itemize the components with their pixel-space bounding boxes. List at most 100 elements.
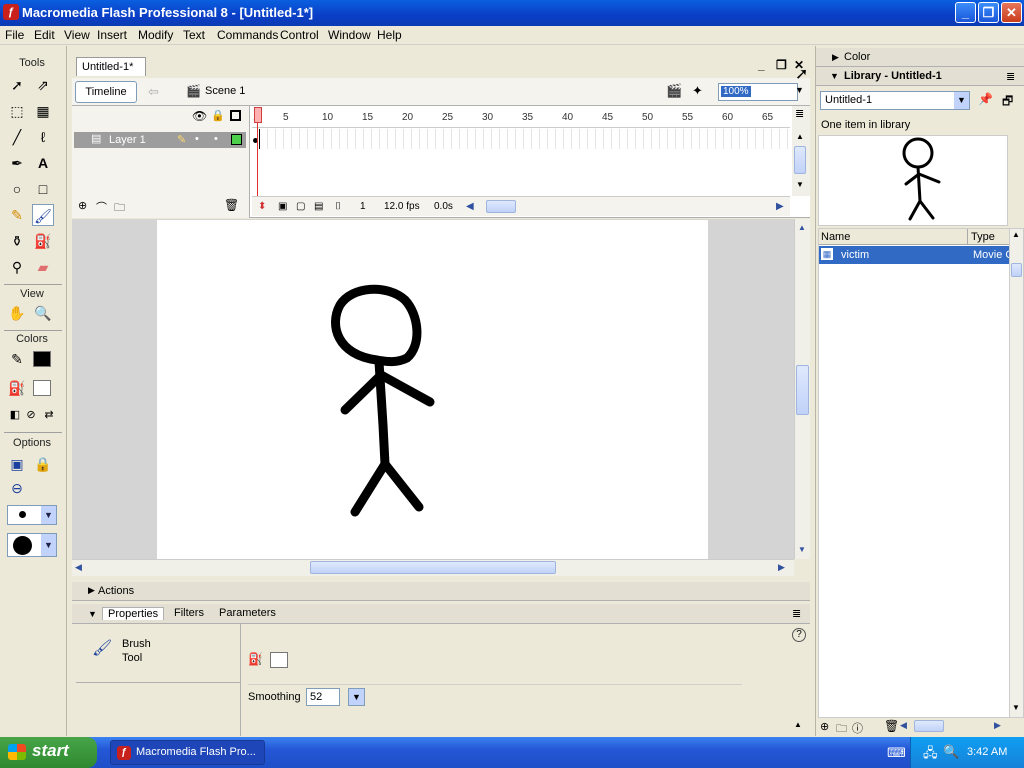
stage-vscroll[interactable]: ▲ ▼ [794, 219, 810, 559]
minimize-button[interactable]: _ [955, 2, 976, 23]
pencil-tool-icon[interactable]: ✎ [6, 204, 28, 226]
col-type[interactable]: Type [971, 231, 995, 243]
brush-shape-dropdown[interactable]: ▼ [7, 533, 57, 557]
tab-filters[interactable]: Filters [174, 607, 204, 619]
scroll-up-icon[interactable]: ▲ [796, 132, 804, 141]
menu-commands[interactable]: Commands [217, 28, 278, 42]
ink-bottle-tool-icon[interactable]: ⚱ [6, 230, 28, 252]
menu-modify[interactable]: Modify [138, 28, 173, 42]
back-arrow-icon[interactable]: ⇦ [148, 84, 159, 100]
doc-restore-icon[interactable]: ❐ [776, 58, 787, 72]
free-transform-tool-icon[interactable]: ⬚ [6, 100, 28, 122]
frame-grid[interactable] [252, 129, 790, 149]
zoom-chevron-down-icon[interactable]: ▼ [795, 85, 804, 95]
insert-layer-icon[interactable]: ⊕ [78, 199, 87, 212]
stage-area[interactable] [72, 219, 794, 560]
scroll-right-icon[interactable]: ▶ [778, 562, 785, 573]
scroll-down-icon[interactable]: ▼ [796, 180, 804, 189]
brush-tool-icon[interactable]: 🖌 [32, 204, 54, 226]
modify-onion-markers-icon[interactable]: ⌷ [335, 201, 341, 212]
swap-colors-icon[interactable]: ⇄ [38, 404, 60, 426]
doc-minimize-icon[interactable]: _ [758, 58, 765, 72]
paint-bucket-tool-icon[interactable]: ⛽ [32, 230, 54, 252]
new-symbol-icon[interactable]: ⊕ [820, 720, 829, 733]
scroll-right-icon[interactable]: ▶ [994, 720, 1001, 731]
search-icon[interactable]: 🔍 [943, 744, 959, 760]
delete-icon[interactable]: 🗑 [884, 719, 899, 733]
stage[interactable] [157, 220, 708, 560]
scroll-left-icon[interactable]: ◀ [900, 720, 907, 731]
edit-multiple-frames-icon[interactable]: ▤ [314, 201, 323, 212]
scroll-down-icon[interactable]: ▼ [1012, 703, 1020, 712]
zoom-tool-icon[interactable]: 🔍 [32, 302, 54, 324]
timeline-toggle-button[interactable]: Timeline [75, 81, 137, 103]
brush-mode-icon[interactable]: ⊖ [6, 477, 28, 499]
text-tool-icon[interactable]: A [32, 152, 54, 174]
help-icon[interactable]: ? [792, 628, 806, 642]
scroll-left-icon[interactable]: ◀ [466, 201, 474, 212]
keyboard-icon[interactable]: ⌨ [887, 745, 906, 761]
library-vscroll-thumb[interactable] [1011, 263, 1022, 277]
collapse-properties-icon[interactable]: ▲ [794, 720, 802, 729]
tab-properties[interactable]: Properties [102, 607, 165, 620]
stage-hscroll[interactable]: ◀ ▶ [72, 559, 794, 576]
start-button[interactable]: start [0, 737, 97, 768]
playhead-handle[interactable] [254, 107, 262, 123]
stage-vscroll-thumb[interactable] [796, 365, 809, 415]
network-icon[interactable]: 🖧 [923, 744, 938, 766]
subselection-tool-icon[interactable]: ⇗ [32, 74, 54, 96]
delete-layer-icon[interactable]: 🗑 [224, 198, 239, 212]
document-tab[interactable]: Untitled-1* [76, 57, 146, 76]
onion-skin-icon[interactable]: ▣ [278, 201, 287, 212]
taskbar-flash-item[interactable]: ƒ Macromedia Flash Pro... [110, 740, 265, 765]
smoothing-input[interactable]: 52 [306, 688, 340, 706]
add-motion-guide-icon[interactable]: ⌒ [96, 199, 107, 215]
oval-tool-icon[interactable]: ○ [6, 178, 28, 200]
menu-edit[interactable]: Edit [34, 28, 55, 42]
timeline-vscroll-thumb[interactable] [794, 146, 806, 174]
library-document-select[interactable]: Untitled-1 ▼ [820, 91, 970, 110]
menu-control[interactable]: Control [280, 28, 319, 42]
stage-hscroll-thumb[interactable] [310, 561, 556, 574]
onion-outlines-icon[interactable]: ▢ [296, 201, 305, 212]
sort-icon[interactable]: ▲ [1012, 230, 1020, 239]
pen-tool-icon[interactable]: ✒ [6, 152, 28, 174]
layer-outline-color[interactable] [231, 134, 242, 145]
col-name[interactable]: Name [821, 231, 850, 243]
actions-panel-header[interactable]: ▶ Actions [72, 582, 810, 601]
center-frame-icon[interactable]: ⬍ [258, 201, 266, 212]
zoom-field[interactable]: 100% [718, 83, 798, 101]
layer-row[interactable]: ▤ Layer 1 ✎ • • [74, 132, 246, 148]
selection-tool-icon[interactable]: ➚ [6, 74, 28, 96]
timeline-hscroll-thumb[interactable] [486, 200, 516, 213]
hand-tool-icon[interactable]: ✋ [6, 302, 28, 324]
menu-file[interactable]: File [5, 28, 24, 42]
lock-icon[interactable]: 🔒 [211, 109, 225, 122]
timeline-vscroll[interactable]: ≣ ▲ ▼ [792, 106, 810, 196]
close-button[interactable]: ✕ [1001, 2, 1022, 23]
menu-insert[interactable]: Insert [97, 28, 127, 42]
library-vscroll[interactable]: ▲ ▼ [1009, 229, 1023, 717]
fill-color-swatch[interactable] [33, 380, 51, 396]
library-panel-header[interactable]: ▼ Library - Untitled-1 ≣ [816, 67, 1024, 86]
brush-size-dropdown[interactable]: ▼ [7, 505, 57, 525]
gradient-transform-tool-icon[interactable]: ▦ [32, 100, 54, 122]
eyedropper-tool-icon[interactable]: ⚲ [6, 256, 28, 278]
fill-color-swatch[interactable] [270, 652, 288, 668]
menu-help[interactable]: Help [377, 28, 402, 42]
edit-symbols-icon[interactable]: ✦ [692, 83, 703, 99]
scroll-down-icon[interactable]: ▼ [798, 545, 806, 554]
rectangle-tool-icon[interactable]: □ [32, 178, 54, 200]
tab-parameters[interactable]: Parameters [219, 607, 276, 619]
line-tool-icon[interactable]: ╱ [6, 126, 28, 148]
library-options-icon[interactable]: ≣ [1006, 70, 1015, 83]
object-drawing-icon[interactable]: ▣ [6, 453, 28, 475]
eye-icon[interactable]: 👁 [192, 109, 207, 123]
library-hscroll-thumb[interactable] [914, 720, 944, 732]
insert-folder-icon[interactable]: 🗀 [114, 199, 125, 218]
scroll-right-icon[interactable]: ▶ [776, 201, 784, 212]
smoothing-chevron-down-icon[interactable]: ▼ [348, 688, 365, 706]
pin-library-icon[interactable]: 📌 [978, 92, 993, 106]
lasso-tool-icon[interactable]: ℓ [32, 126, 54, 148]
menu-view[interactable]: View [64, 28, 90, 42]
